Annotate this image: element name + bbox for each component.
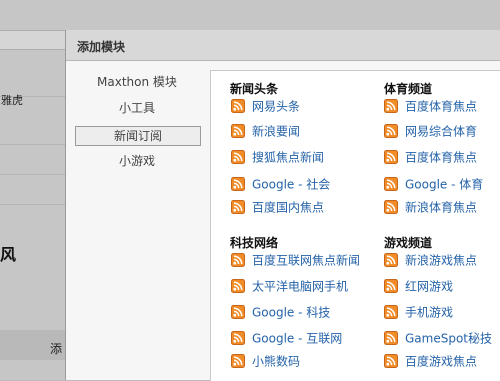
rss-icon bbox=[231, 176, 245, 191]
feed-label: 百度游戏焦点 bbox=[405, 354, 478, 369]
feed-label: 网易头条 bbox=[252, 99, 301, 114]
background-row bbox=[0, 148, 70, 175]
rss-icon bbox=[231, 199, 245, 214]
rss-icon bbox=[384, 353, 398, 368]
feed-label: 搜狐焦点新闻 bbox=[252, 150, 325, 165]
rss-icon bbox=[231, 123, 245, 138]
feed-label: Google - 科技 bbox=[252, 305, 331, 320]
feed-label: GameSpot秘技 bbox=[405, 331, 493, 346]
module-category-sidebar: Maxthon 模块 小工具 新闻订阅 小游戏 bbox=[66, 61, 210, 380]
rss-icon bbox=[384, 176, 398, 191]
feed-item[interactable]: 红网游戏 bbox=[384, 278, 453, 294]
background-label: 雅虎 bbox=[1, 94, 23, 107]
feed-list-panel: 新闻头条 网易头条 新浪要闻 搜狐焦点新闻 Google - 社会 百度国内焦点… bbox=[210, 70, 500, 381]
feed-label: Google - 社会 bbox=[252, 177, 331, 192]
sidebar-item-mini-games[interactable]: 小游戏 bbox=[75, 152, 199, 171]
feed-item[interactable]: 网易综合体育 bbox=[384, 123, 477, 139]
rss-icon bbox=[384, 149, 398, 164]
rss-icon bbox=[384, 304, 398, 319]
rss-icon bbox=[231, 252, 245, 267]
feed-label: 手机游戏 bbox=[405, 305, 454, 320]
feed-label: 百度体育焦点 bbox=[405, 150, 478, 165]
rss-icon bbox=[384, 199, 398, 214]
feed-item[interactable]: GameSpot秘技 bbox=[384, 330, 492, 346]
feed-label: 新浪游戏焦点 bbox=[405, 253, 478, 268]
feed-item[interactable]: 新浪游戏焦点 bbox=[384, 252, 477, 268]
background-row bbox=[0, 178, 70, 205]
rss-icon bbox=[384, 98, 398, 113]
section-title-sports: 体育频道 bbox=[384, 82, 433, 96]
rss-icon bbox=[231, 330, 245, 345]
feed-label: 新浪要闻 bbox=[252, 124, 301, 139]
feed-label: 太平洋电脑网手机 bbox=[252, 279, 349, 294]
add-module-dialog: 添加模块 Maxthon 模块 小工具 新闻订阅 小游戏 新闻头条 网易头条 新… bbox=[65, 30, 500, 381]
sidebar-item-news-feeds[interactable]: 新闻订阅 bbox=[75, 126, 201, 146]
feed-item[interactable]: Google - 社会 bbox=[231, 176, 330, 192]
feed-item[interactable]: 百度国内焦点 bbox=[231, 199, 324, 215]
feed-item[interactable]: 新浪体育焦点 bbox=[384, 199, 477, 215]
dialog-header: 添加模块 bbox=[66, 30, 500, 61]
rss-icon bbox=[384, 278, 398, 293]
background-heading: 风 bbox=[0, 245, 17, 264]
rss-icon bbox=[231, 149, 245, 164]
feed-item[interactable]: 百度互联网焦点新闻 bbox=[231, 252, 360, 268]
feed-item[interactable]: 百度体育焦点 bbox=[384, 149, 477, 165]
feed-label: 百度互联网焦点新闻 bbox=[252, 253, 361, 268]
feed-item[interactable]: 百度体育焦点 bbox=[384, 98, 477, 114]
feed-item[interactable]: 小熊数码 bbox=[231, 353, 300, 369]
rss-icon bbox=[231, 98, 245, 113]
feed-label: 小熊数码 bbox=[252, 354, 301, 369]
sidebar-item-widgets[interactable]: 小工具 bbox=[75, 99, 199, 118]
background-row bbox=[0, 118, 70, 145]
feed-item[interactable]: 新浪要闻 bbox=[231, 123, 300, 139]
rss-icon bbox=[384, 252, 398, 267]
rss-icon bbox=[231, 278, 245, 293]
feed-label: 红网游戏 bbox=[405, 279, 454, 294]
feed-label: 百度体育焦点 bbox=[405, 99, 478, 114]
rss-icon bbox=[231, 353, 245, 368]
feed-label: 百度国内焦点 bbox=[252, 200, 325, 215]
rss-icon bbox=[384, 123, 398, 138]
sidebar-item-maxthon-modules[interactable]: Maxthon 模块 bbox=[75, 73, 199, 92]
dialog-title: 添加模块 bbox=[77, 40, 126, 54]
feed-item[interactable]: 太平洋电脑网手机 bbox=[231, 278, 348, 294]
feed-item[interactable]: 网易头条 bbox=[231, 98, 300, 114]
feed-item[interactable]: 百度游戏焦点 bbox=[384, 353, 477, 369]
feed-item[interactable]: Google - 互联网 bbox=[231, 330, 342, 346]
feed-label: Google - 体育 bbox=[405, 177, 484, 192]
section-title-games: 游戏频道 bbox=[384, 236, 433, 250]
rss-icon bbox=[384, 330, 398, 345]
rss-icon bbox=[231, 304, 245, 319]
feed-label: Google - 互联网 bbox=[252, 331, 343, 346]
feed-item[interactable]: Google - 科技 bbox=[231, 304, 330, 320]
section-title-headlines: 新闻头条 bbox=[230, 82, 279, 96]
section-title-tech: 科技网络 bbox=[230, 236, 279, 250]
background-add-link: 添 bbox=[50, 342, 63, 356]
background-row: 雅虎 bbox=[0, 70, 70, 107]
feed-item[interactable]: 搜狐焦点新闻 bbox=[231, 149, 324, 165]
feed-item[interactable]: Google - 体育 bbox=[384, 176, 483, 192]
background-toolbar bbox=[0, 30, 70, 50]
feed-label: 网易综合体育 bbox=[405, 124, 478, 139]
feed-item[interactable]: 手机游戏 bbox=[384, 304, 453, 320]
feed-label: 新浪体育焦点 bbox=[405, 200, 478, 215]
